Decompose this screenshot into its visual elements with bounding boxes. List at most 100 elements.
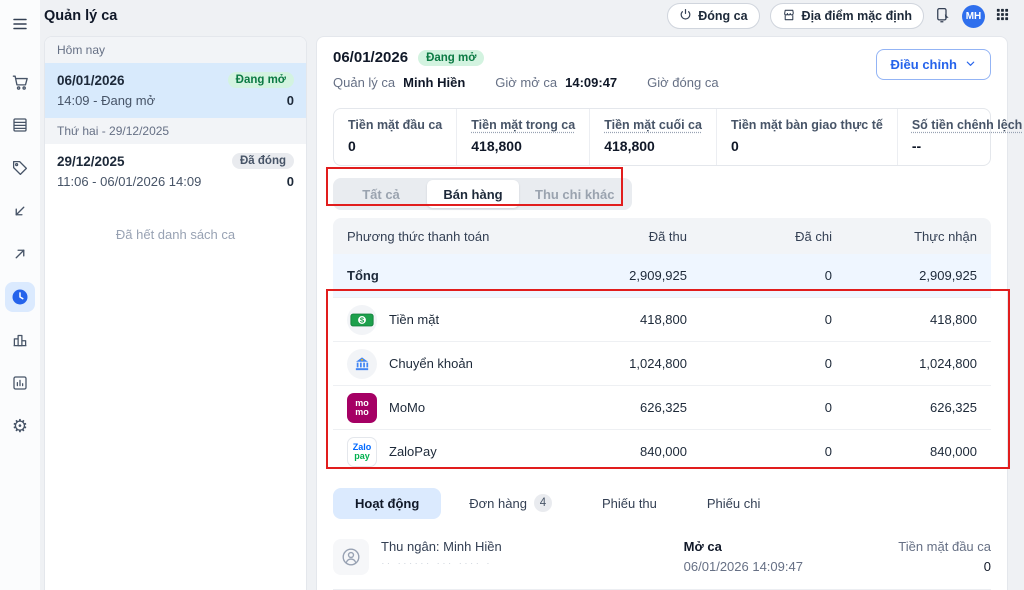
momo-icon: mo mo xyxy=(347,393,377,423)
collected-value: 418,800 xyxy=(542,312,687,327)
activity-row[interactable]: Thu ngân: Minh Hiền ·· ······ ··· ···· ·… xyxy=(333,529,991,590)
person-icon xyxy=(333,539,369,575)
shift-detail-card: 06/01/2026 Đang mở Quản lý ca Minh Hiền … xyxy=(316,36,1008,590)
bank-transfer-icon xyxy=(347,349,377,379)
orders-icon[interactable] xyxy=(5,110,35,140)
avatar[interactable]: MH xyxy=(962,5,985,28)
cashier-sub-clipped: ·· ······ ··· ···· · xyxy=(381,558,684,564)
shift-subtitle: 11:06 - 06/01/2026 14:09 xyxy=(57,174,201,189)
total-label: Tổng xyxy=(347,268,542,283)
shift-subtitle: 14:09 - Đang mở xyxy=(57,93,155,108)
table-row-zalopay[interactable]: Zalo pay ZaloPay 840,000 0 840,000 xyxy=(333,429,991,473)
tab-activity[interactable]: Hoạt động xyxy=(333,488,441,519)
method-name: MoMo xyxy=(389,400,425,415)
location-label: Địa điểm mặc định xyxy=(802,9,912,23)
shift-count: 0 xyxy=(287,93,294,108)
tag-icon[interactable] xyxy=(5,153,35,183)
activity-timestamp: 06/01/2026 14:09:47 xyxy=(684,559,803,574)
open-time-label: Giờ mở ca xyxy=(495,75,557,90)
tab-orders[interactable]: Đơn hàng 4 xyxy=(447,486,574,520)
adjust-button[interactable]: Điều chỉnh xyxy=(876,49,991,80)
pos-device-icon[interactable] xyxy=(934,6,952,27)
page-title: Quản lý ca xyxy=(44,8,117,24)
detail-tabs: Hoạt động Đơn hàng 4 Phiếu thu Phiếu chi xyxy=(333,486,991,520)
status-badge: Đang mở xyxy=(228,72,294,88)
table-total-row: Tổng 2,909,925 0 2,909,925 xyxy=(333,254,991,297)
hamburger-icon[interactable] xyxy=(5,9,35,39)
stat-cash-in-shift: Tiền mặt trong ca 418,800 xyxy=(456,109,589,165)
cart-icon[interactable] xyxy=(5,67,35,97)
spent-value: 0 xyxy=(687,400,832,415)
table-row-momo[interactable]: mo mo MoMo 626,325 0 626,325 xyxy=(333,385,991,429)
spent-value: 0 xyxy=(687,312,832,327)
chevron-down-icon xyxy=(965,57,976,72)
total-collected: 2,909,925 xyxy=(542,268,687,283)
shift-count: 0 xyxy=(287,174,294,189)
table-header-row: Phương thức thanh toán Đã thu Đã chi Thự… xyxy=(333,218,991,254)
orders-count-badge: 4 xyxy=(534,494,552,512)
store-icon xyxy=(782,8,796,25)
report-icon[interactable] xyxy=(5,368,35,398)
shift-section-header: Thứ hai - 29/12/2025 xyxy=(45,118,306,144)
stat-opening-cash: Tiền mặt đầu ca 0 xyxy=(334,109,456,165)
svg-text:$: $ xyxy=(360,315,365,324)
total-spent: 0 xyxy=(687,268,832,283)
sidebar-rail: ⚙ xyxy=(0,0,40,590)
stat-handover-cash: Tiền mặt bàn giao thực tế 0 xyxy=(716,109,897,165)
location-button[interactable]: Địa điểm mặc định xyxy=(770,3,924,29)
col-method: Phương thức thanh toán xyxy=(347,229,542,244)
payment-method-table: Phương thức thanh toán Đã thu Đã chi Thự… xyxy=(333,218,991,473)
collected-value: 840,000 xyxy=(542,444,687,459)
net-value: 418,800 xyxy=(832,312,977,327)
table-row-cash[interactable]: $ Tiền mặt 418,800 0 418,800 xyxy=(333,297,991,341)
tab-all[interactable]: Tất cả xyxy=(335,180,427,208)
shift-detail-date: 06/01/2026 xyxy=(333,49,408,66)
shift-section-header: Hôm nay xyxy=(45,37,306,63)
manager-name: Minh Hiền xyxy=(403,75,465,90)
table-row-bank-transfer[interactable]: Chuyển khoản 1,024,800 0 1,024,800 xyxy=(333,341,991,385)
power-icon xyxy=(679,8,692,24)
tab-other-income[interactable]: Thu chi khác xyxy=(519,180,630,208)
status-badge: Đang mở xyxy=(418,50,484,66)
close-time-label: Giờ đóng ca xyxy=(647,75,718,90)
stat-closing-cash: Tiền mặt cuối ca 418,800 xyxy=(589,109,716,165)
cash-stats-box: Tiền mặt đầu ca 0 Tiền mặt trong ca 418,… xyxy=(333,108,991,166)
method-name: Chuyển khoản xyxy=(389,356,473,371)
top-bar: Quản lý ca Đóng ca Địa điểm mặc định MH xyxy=(40,0,1024,32)
status-badge: Đã đóng xyxy=(232,153,294,169)
adjust-button-label: Điều chỉnh xyxy=(891,57,957,72)
tab-receipts[interactable]: Phiếu thu xyxy=(580,488,679,519)
zalopay-icon: Zalo pay xyxy=(347,437,377,467)
manager-label: Quản lý ca xyxy=(333,75,395,90)
spent-value: 0 xyxy=(687,356,832,371)
settings-icon[interactable]: ⚙ xyxy=(5,411,35,441)
incoming-icon[interactable] xyxy=(5,196,35,226)
spent-value: 0 xyxy=(687,444,832,459)
open-time-value: 14:09:47 xyxy=(565,75,617,90)
outgoing-icon[interactable] xyxy=(5,239,35,269)
method-name: ZaloPay xyxy=(389,444,437,459)
shift-clock-icon[interactable] xyxy=(5,282,35,312)
activity-amount: 0 xyxy=(898,559,991,574)
net-value: 1,024,800 xyxy=(832,356,977,371)
net-value: 840,000 xyxy=(832,444,977,459)
filter-segmented-control: Tất cả Bán hàng Thu chi khác xyxy=(333,178,632,210)
net-value: 626,325 xyxy=(832,400,977,415)
collected-value: 626,325 xyxy=(542,400,687,415)
apps-grid-icon[interactable] xyxy=(995,7,1010,25)
col-spent: Đã chi xyxy=(687,229,832,244)
tab-payments[interactable]: Phiếu chi xyxy=(685,488,782,519)
stat-difference: Số tiền chênh lệch -- xyxy=(897,109,1024,165)
collected-value: 1,024,800 xyxy=(542,356,687,371)
activity-amount-label: Tiền mặt đầu ca xyxy=(898,539,991,554)
bar-chart-icon[interactable] xyxy=(5,325,35,355)
total-net: 2,909,925 xyxy=(832,268,977,283)
shift-date: 29/12/2025 xyxy=(57,154,125,169)
close-shift-button[interactable]: Đóng ca xyxy=(667,3,759,29)
cashier-name: Thu ngân: Minh Hiền xyxy=(381,539,684,554)
shift-list-item[interactable]: 29/12/2025 Đã đóng 11:06 - 06/01/2026 14… xyxy=(45,144,306,199)
shift-list-item[interactable]: 06/01/2026 Đang mở 14:09 - Đang mở 0 xyxy=(45,63,306,118)
tab-sales[interactable]: Bán hàng xyxy=(427,180,519,208)
cash-icon: $ xyxy=(347,305,377,335)
col-net: Thực nhận xyxy=(832,229,977,244)
